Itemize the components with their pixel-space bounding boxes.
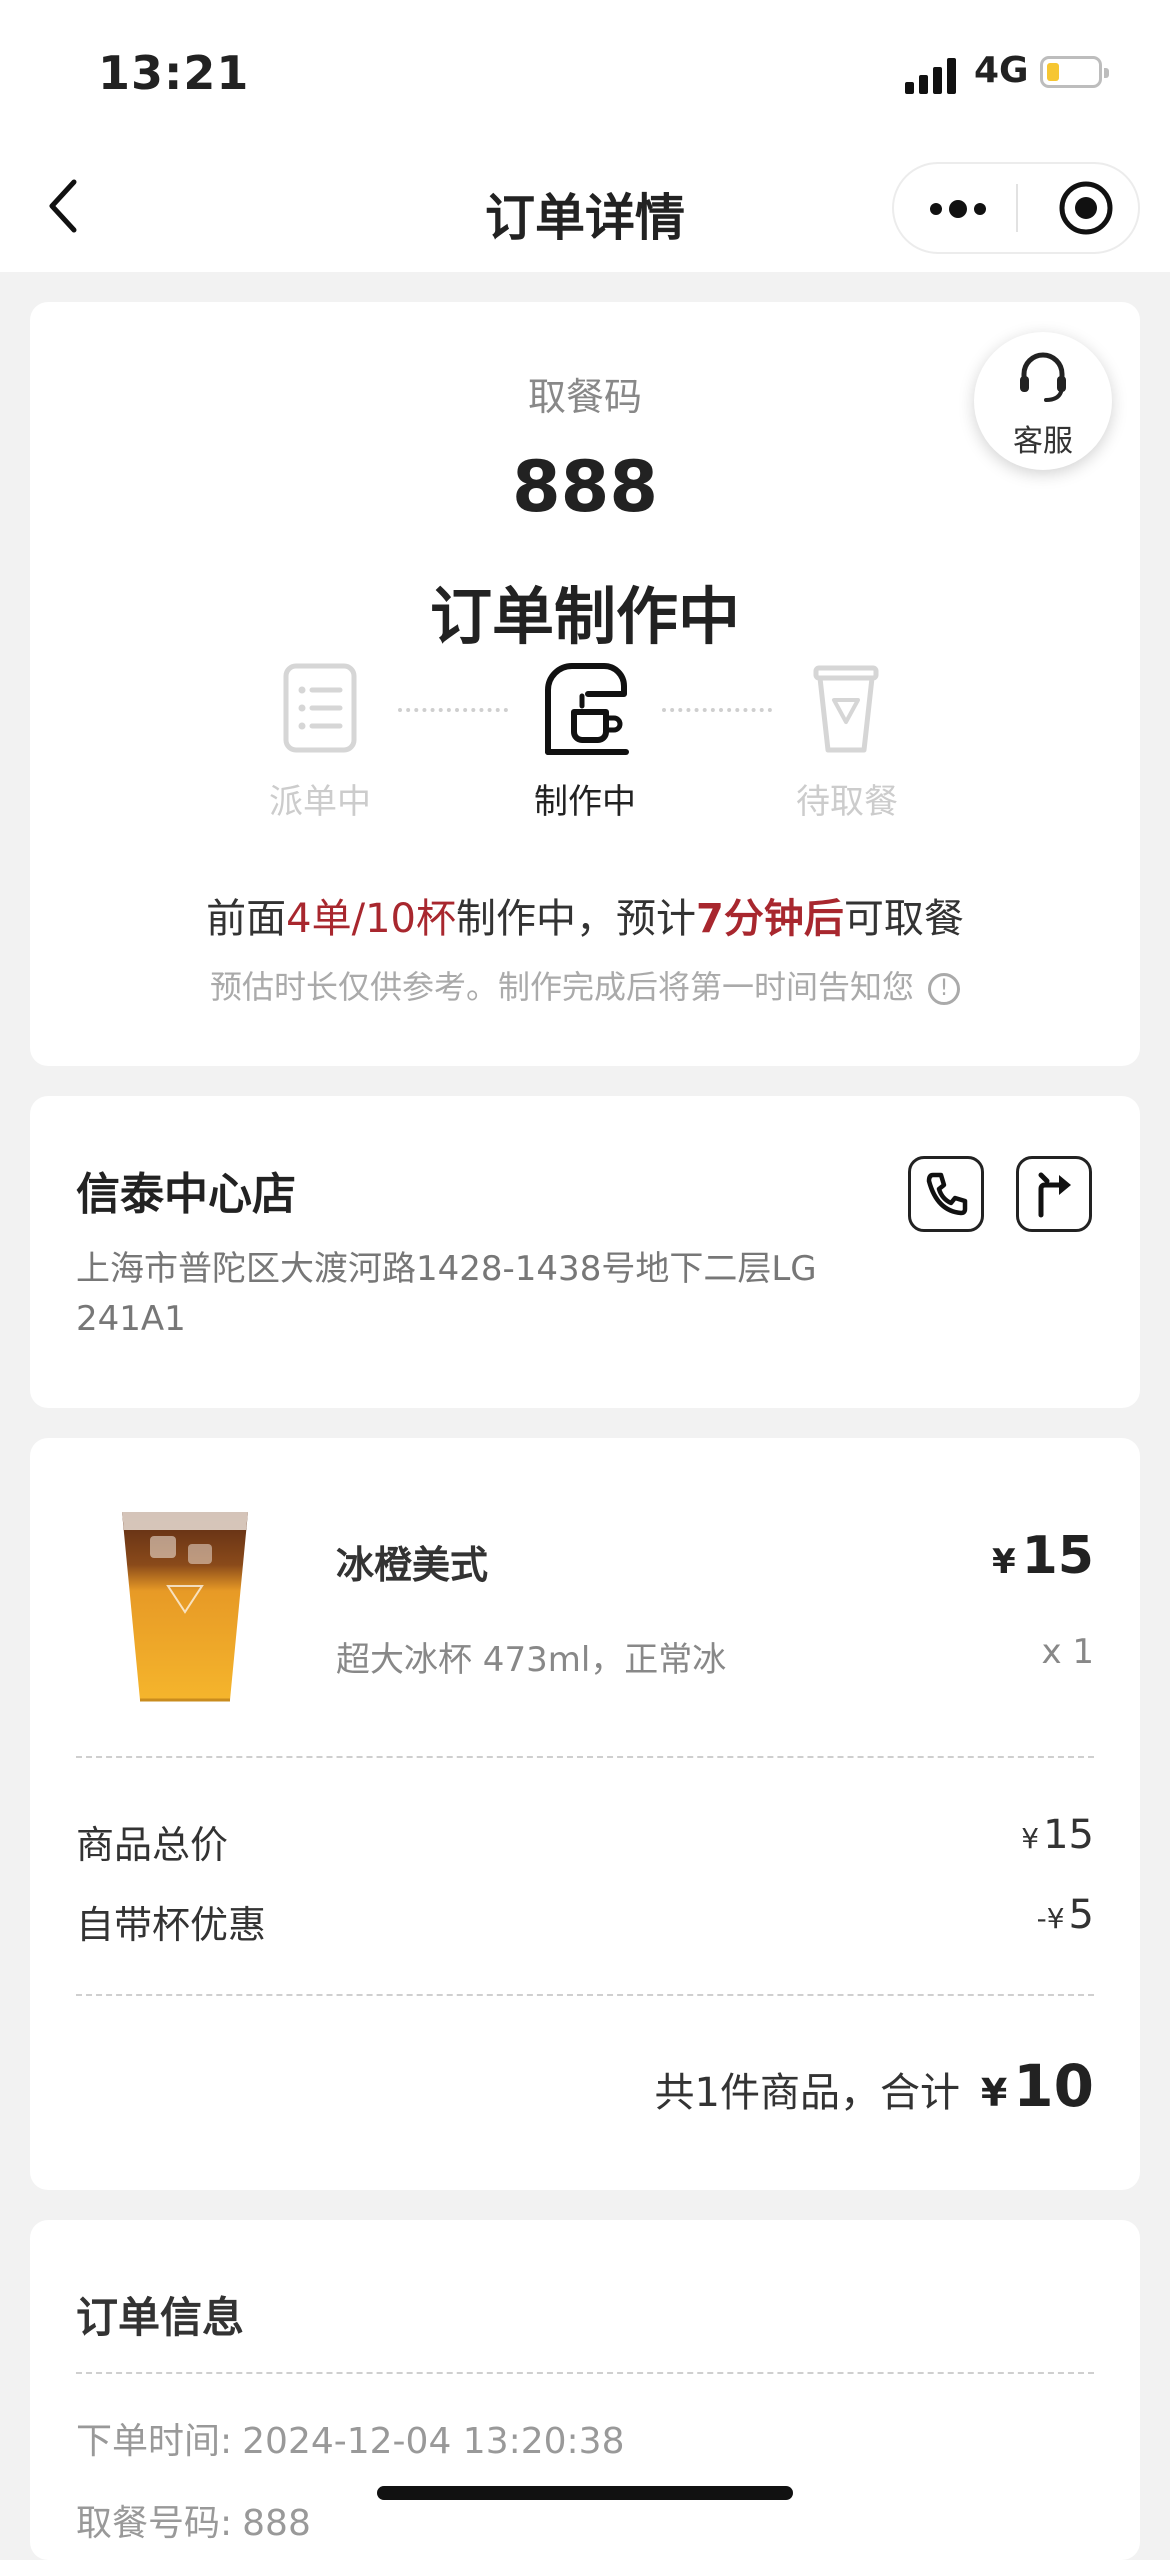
queue-prefix: 前面 [206,896,287,942]
product-price-currency: ¥ [991,1542,1016,1582]
signal-icon [905,58,957,94]
queue-time: 7分钟后 [695,896,844,942]
order-info-title: 订单信息 [76,2293,245,2342]
phone-icon [926,1172,968,1216]
product-price-value: 15 [1021,1526,1094,1586]
network-type: 4G [974,50,1029,91]
order-time-label: 下单时间: [76,2421,233,2462]
product-spec: 超大冰杯 473ml，正常冰 [336,1640,727,1680]
more-dots-icon[interactable] [928,194,988,224]
store-address: 上海市普陀区大渡河路1428-1438号地下二层LG 241A1 [76,1249,817,1339]
directions-icon [1038,1172,1071,1218]
total-amount: ¥10 [981,2052,1094,2120]
product-quantity: x 1 [1041,1632,1094,1672]
pickup-code-label: 取餐码 [527,375,642,419]
step-label-making: 制作中 [534,782,636,822]
discount-amount: -¥ 5 [1037,1892,1094,1938]
target-icon[interactable] [1058,180,1114,236]
discount-value: 5 [1068,1892,1094,1938]
mini-program-capsule [892,162,1140,254]
step-label-dispatch: 派单中 [269,782,371,822]
discount-label: 自带杯优惠 [76,1903,267,1947]
product-image [110,1500,260,1710]
cup-icon [810,662,882,754]
pickup-number-label: 取餐号码: [76,2503,233,2544]
pickup-number-value: 888 [242,2503,311,2544]
subtotal-amount: ¥15 [1021,1812,1094,1858]
status-time: 13:21 [98,46,250,100]
pickup-number-row: 取餐号码: 888 [76,2494,311,2546]
discount-currency: -¥ [1036,1902,1065,1935]
divider [76,1756,1094,1758]
estimate-hint-text: 预估时长仅供参考。制作完成后将第一时间告知您 [209,968,914,1006]
info-icon[interactable]: ! [928,973,960,1005]
order-time-value: 2024-12-04 13:20:38 [242,2421,625,2462]
order-time-row: 下单时间: 2024-12-04 13:20:38 [76,2412,624,2464]
queue-status: 前面4单/10杯制作中，预计7分钟后可取餐 [0,886,1170,944]
step-label-ready: 待取餐 [796,782,898,822]
product-price: ¥15 [992,1526,1094,1586]
step-connector [662,708,772,712]
battery-icon [1040,56,1109,88]
navigate-store-button[interactable] [1016,1156,1092,1232]
divider [76,1994,1094,1996]
total-currency: ¥ [980,2071,1008,2115]
subtotal-value: 15 [1043,1812,1094,1858]
order-status-title: 订单制作中 [429,580,740,653]
product-name: 冰橙美式 [336,1543,489,1587]
queue-mid: 制作中，预计 [455,896,696,942]
list-icon [282,662,358,754]
subtotal-label: 商品总价 [76,1823,229,1867]
call-store-button[interactable] [908,1156,984,1232]
step-connector [398,708,508,712]
queue-suffix: 可取餐 [843,896,964,942]
coffee-machine-icon [538,660,632,756]
queue-count: 4单/10杯 [286,896,456,942]
home-indicator[interactable] [377,2486,793,2500]
store-name: 信泰中心店 [76,1169,296,1220]
total-value: 10 [1013,2052,1094,2120]
subtotal-currency: ¥ [1021,1822,1040,1855]
estimate-hint: 预估时长仅供参考。制作完成后将第一时间告知您! [0,962,1170,1008]
divider [76,2372,1094,2374]
total-label: 共1件商品，合计 [654,2070,960,2116]
pickup-code: 888 [511,446,659,528]
